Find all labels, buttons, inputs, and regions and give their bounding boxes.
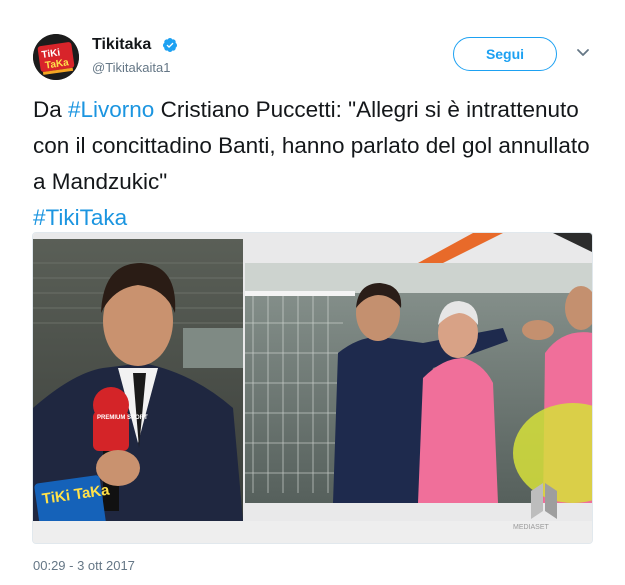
hashtag-link[interactable]: #Livorno bbox=[68, 97, 154, 122]
tikitaka-logo: TiKi TaKa bbox=[33, 34, 79, 80]
verified-badge-icon bbox=[162, 38, 177, 52]
follow-button[interactable]: Segui bbox=[453, 37, 557, 71]
account-handle[interactable]: @Tikitakaita1 bbox=[92, 60, 170, 75]
hashtag-link[interactable]: #TikiTaka bbox=[33, 205, 127, 230]
tweet-timestamp[interactable]: 00:29 - 3 ott 2017 bbox=[33, 558, 135, 573]
avatar[interactable]: TiKi TaKa bbox=[33, 34, 79, 80]
tweet-text-prefix: Da bbox=[33, 97, 69, 122]
tv-screenshot-image: PREMIUM SPORT TiKi TaKa MEDIASET bbox=[33, 233, 592, 543]
account-name[interactable]: Tikitaka bbox=[92, 36, 151, 54]
chevron-down-icon[interactable] bbox=[576, 48, 590, 58]
tweet-media-image[interactable]: PREMIUM SPORT TiKi TaKa MEDIASET bbox=[32, 232, 593, 544]
svg-text:MEDIASET: MEDIASET bbox=[513, 524, 550, 531]
tweet-text: Da #Livorno Cristiano Puccetti: "Allegri… bbox=[33, 92, 593, 236]
mic-flag-label: PREMIUM SPORT bbox=[97, 415, 148, 421]
